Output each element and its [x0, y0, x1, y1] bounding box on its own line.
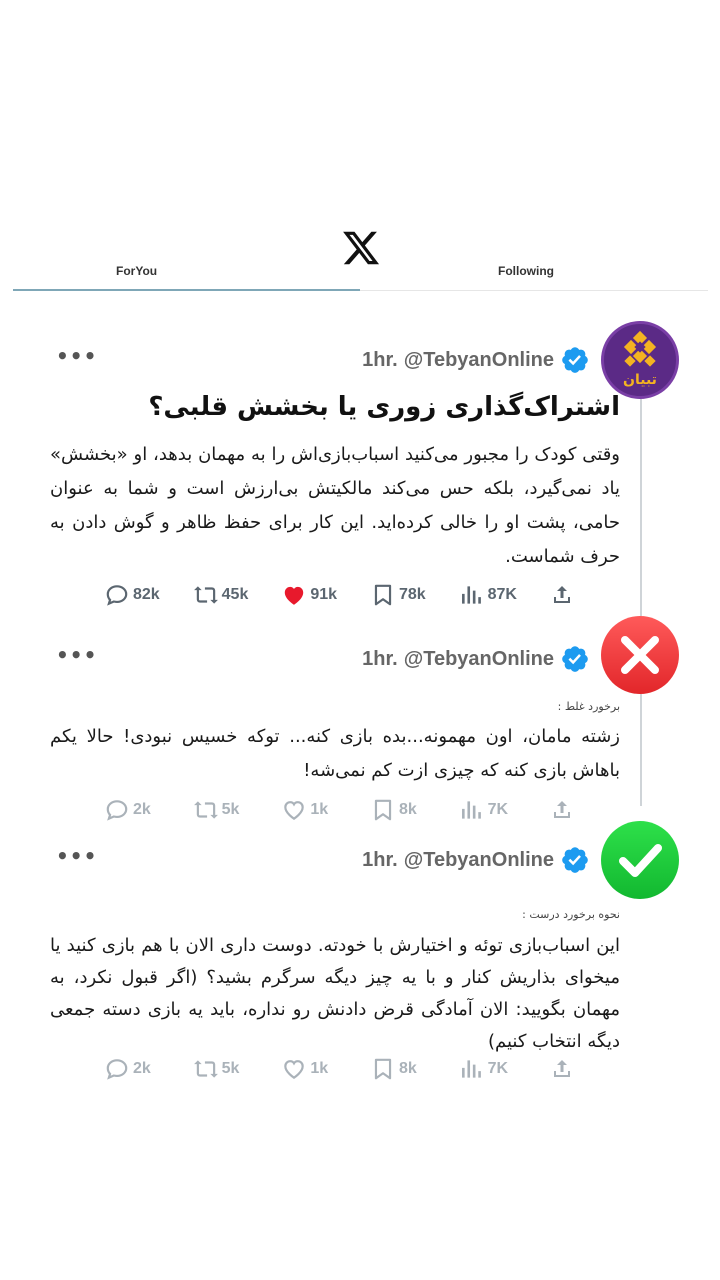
verified-badge-icon [562, 847, 588, 873]
more-options-icon[interactable]: ••• [56, 844, 97, 868]
share-button[interactable] [550, 583, 574, 607]
repost-count: 45k [221, 586, 249, 603]
avatar-wrong[interactable] [601, 616, 679, 694]
tab-for-you[interactable]: ForYou [116, 264, 157, 278]
repost-icon [193, 586, 218, 604]
reply-icon [106, 585, 128, 606]
bookmark-count: 8k [398, 801, 417, 818]
repost-count: 5k [221, 801, 240, 818]
like-count: 91k [310, 586, 338, 603]
more-options-icon[interactable]: ••• [56, 643, 97, 667]
post-body: این اسباب‌بازی توئه و اختیارش با خودته. … [50, 935, 620, 1052]
check-mark-icon [619, 844, 662, 877]
post-actions: 82k 45k 91k 78k 87K [104, 582, 574, 608]
views-button[interactable]: 7K [459, 1056, 508, 1082]
post-header: 1hr. @TebyanOnline [362, 845, 590, 875]
views-chart-icon [461, 801, 481, 819]
post-actions: 2k 5k 1k 8k 7K [104, 1056, 574, 1082]
like-count: 1k [310, 801, 329, 818]
view-count: 87K [487, 586, 517, 603]
tab-divider [360, 290, 708, 291]
author-handle[interactable]: @TebyanOnline [404, 648, 554, 671]
post-body: زشته مامان، اون مهمونه...بده بازی کنه...… [50, 726, 620, 781]
svg-text:تبیان: تبیان [623, 372, 657, 388]
bookmark-count: 78k [398, 586, 426, 603]
wrong-approach-label: برخورد غلط : [557, 700, 620, 713]
like-button[interactable]: 1k [281, 797, 328, 823]
thread-line [640, 694, 642, 806]
repost-icon [193, 801, 218, 819]
bookmark-button[interactable]: 78k [370, 582, 426, 608]
post-header: 1hr. @TebyanOnline [362, 644, 590, 674]
post-time: 1hr. [362, 848, 398, 871]
bookmark-icon [374, 1058, 392, 1080]
share-button[interactable] [550, 1057, 574, 1081]
share-button[interactable] [550, 798, 574, 822]
right-approach-label: نحوه برخورد درست : [522, 908, 620, 921]
post-title: اشتراک‌گذاری زوری یا بخشش قلبی؟ [148, 392, 620, 422]
like-button[interactable]: 1k [281, 1056, 328, 1082]
author-handle[interactable]: @TebyanOnline [404, 349, 554, 372]
heart-icon [284, 801, 305, 820]
post-time: 1hr. [362, 647, 398, 670]
author-handle[interactable]: @TebyanOnline [404, 849, 554, 872]
view-count: 7K [487, 1060, 509, 1077]
repost-button[interactable]: 5k [193, 797, 240, 823]
views-chart-icon [461, 586, 481, 604]
avatar-right[interactable] [601, 821, 679, 899]
tebyan-logo-icon: تبیان [623, 330, 657, 388]
reply-count: 2k [133, 1060, 151, 1077]
reply-button[interactable]: 82k [104, 582, 160, 608]
x-logo-icon[interactable] [340, 228, 382, 268]
bookmark-icon [374, 799, 392, 821]
like-count: 1k [310, 1060, 329, 1077]
reply-button[interactable]: 2k [104, 1056, 151, 1082]
bookmark-button[interactable]: 8k [370, 1056, 417, 1082]
bookmark-count: 8k [398, 1060, 417, 1077]
repost-button[interactable]: 5k [193, 1056, 240, 1082]
reply-icon [106, 1059, 128, 1080]
heart-filled-icon [285, 586, 304, 605]
bookmark-icon [374, 584, 392, 606]
post-actions: 2k 5k 1k 8k 7K [104, 797, 574, 823]
share-icon [553, 1060, 570, 1077]
verified-badge-icon [562, 646, 588, 672]
reply-icon [106, 800, 128, 821]
reply-count: 2k [133, 801, 151, 818]
post-body: وقتی کودک را مجبور می‌کنید اسباب‌بازی‌اش… [50, 444, 620, 567]
repost-icon [193, 1060, 218, 1078]
views-chart-icon [461, 1060, 481, 1078]
share-icon [553, 801, 570, 818]
views-button[interactable]: 87K [459, 582, 517, 608]
heart-icon [284, 1060, 305, 1079]
share-icon [553, 586, 570, 603]
view-count: 7K [487, 801, 509, 818]
like-button[interactable]: 91k [281, 582, 337, 608]
verified-badge-icon [562, 347, 588, 373]
views-button[interactable]: 7K [459, 797, 508, 823]
tab-following[interactable]: Following [498, 264, 554, 278]
post-header: 1hr. @TebyanOnline [362, 345, 590, 375]
avatar-tebyan-logo[interactable]: تبیان [601, 321, 679, 399]
bookmark-button[interactable]: 8k [370, 797, 417, 823]
repost-count: 5k [221, 1060, 240, 1077]
more-options-icon[interactable]: ••• [56, 344, 97, 368]
thread-line [640, 399, 642, 616]
x-mark-icon [621, 636, 659, 674]
repost-button[interactable]: 45k [193, 582, 249, 608]
reply-button[interactable]: 2k [104, 797, 151, 823]
post-time: 1hr. [362, 348, 398, 371]
reply-count: 82k [133, 586, 160, 603]
active-tab-indicator [13, 289, 360, 291]
